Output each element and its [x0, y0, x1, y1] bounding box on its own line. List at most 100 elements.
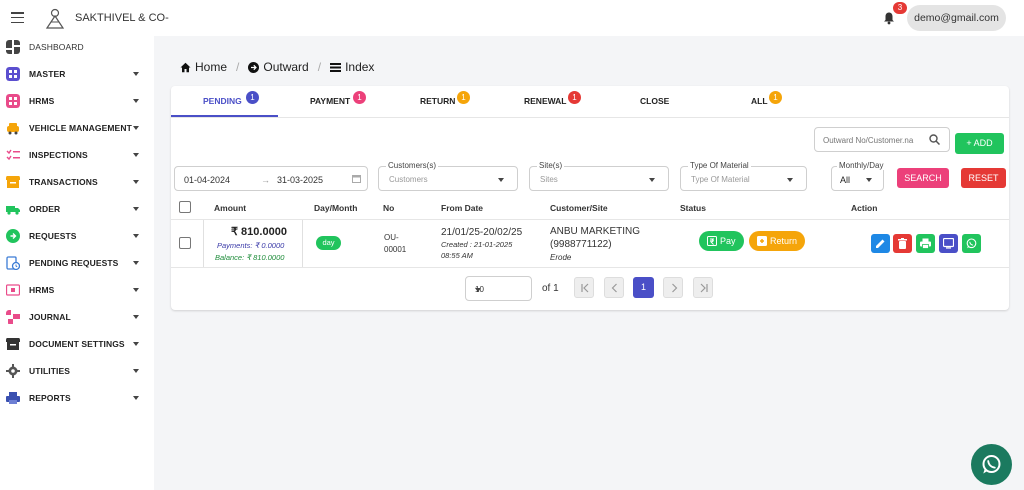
sites-placeholder: Sites — [540, 175, 558, 184]
sidebar-item-requests[interactable]: REQUESTS — [0, 223, 154, 250]
sites-select[interactable]: Site(s) Sites — [529, 161, 669, 191]
first-page-icon — [581, 283, 589, 293]
payments-value: Payments: ₹ 0.0000 — [217, 241, 285, 250]
search-button[interactable]: SEARCH — [897, 168, 949, 188]
customers-placeholder: Customers — [389, 175, 428, 184]
material-type-label: Type Of Material — [688, 161, 751, 170]
column-header-amount: Amount — [214, 203, 247, 213]
return-button-label: Return — [770, 236, 798, 246]
top-bar: SAKTHIVEL & CO- 3 demo@gmail.com — [0, 0, 1024, 36]
tab-payment[interactable]: PAYMENT — [310, 96, 350, 106]
edit-button[interactable] — [871, 234, 890, 253]
transactions-icon — [6, 176, 20, 188]
previous-page-button[interactable] — [604, 277, 624, 298]
sidebar-item-utilities[interactable]: UTILITIES — [0, 358, 154, 385]
sidebar-item-transactions[interactable]: TRANSACTIONS — [0, 169, 154, 196]
tab-badge: 1 — [769, 91, 782, 104]
user-menu[interactable]: demo@gmail.com — [907, 5, 1006, 31]
chevron-left-icon — [611, 283, 617, 293]
search-icon[interactable] — [929, 134, 940, 145]
page-size-select[interactable]: 10 — [465, 276, 532, 301]
tab-all[interactable]: ALL — [751, 96, 768, 106]
table-header-divider — [171, 219, 1009, 220]
breadcrumb-index: Index — [345, 60, 375, 74]
row-checkbox[interactable] — [179, 237, 191, 249]
whatsapp-share-button[interactable] — [962, 234, 981, 253]
breadcrumb-outward[interactable]: Outward — [263, 60, 308, 74]
sidebar-item-document-settings[interactable]: DOCUMENT SETTINGS — [0, 331, 154, 358]
chevron-down-icon — [649, 178, 655, 182]
return-button[interactable]: Return — [749, 231, 805, 251]
tab-close[interactable]: CLOSE — [640, 96, 669, 106]
chevron-down-icon — [866, 178, 872, 182]
sidebar-item-dashboard[interactable]: DASHBOARD — [0, 34, 154, 61]
sidebar-item-label: MASTER — [29, 69, 66, 79]
date-from: 01-04-2024 — [184, 175, 231, 185]
first-page-button[interactable] — [574, 277, 594, 298]
tab-badge: 1 — [568, 91, 581, 104]
site-name: Erode — [550, 253, 572, 262]
customers-label: Customers(s) — [386, 161, 439, 170]
vehicle-icon — [7, 123, 19, 135]
sidebar-item-label: ORDER — [29, 204, 61, 214]
breadcrumb-separator: / — [317, 60, 322, 74]
day-month-badge: day — [316, 236, 341, 250]
reset-button[interactable]: RESET — [961, 168, 1006, 188]
select-all-checkbox[interactable] — [179, 201, 191, 213]
sidebar-item-order[interactable]: ORDER — [0, 196, 154, 223]
chevron-down-icon — [133, 207, 139, 211]
sidebar-item-pending-requests[interactable]: PENDING REQUESTS — [0, 250, 154, 277]
outward-search-input[interactable] — [823, 133, 927, 147]
sidebar-item-hrms-2[interactable]: HRMS — [0, 277, 154, 304]
tab-renewal[interactable]: RENEWAL — [524, 96, 567, 106]
sidebar-item-reports[interactable]: REPORTS — [0, 385, 154, 412]
return-icon — [757, 236, 767, 246]
hrms-icon — [6, 94, 20, 108]
column-header-day-month: Day/Month — [314, 203, 358, 213]
page-number-button[interactable]: 1 — [633, 277, 654, 298]
add-button[interactable]: + ADD — [955, 133, 1004, 154]
whatsapp-icon — [982, 455, 1001, 474]
sidebar-item-inspections[interactable]: INSPECTIONS — [0, 142, 154, 169]
menu-icon[interactable] — [11, 12, 24, 23]
pending-requests-icon — [6, 256, 20, 270]
date-range-picker[interactable]: 01-04-2024 → 31-03-2025 — [174, 166, 368, 191]
monthly-day-select[interactable]: Monthly/Day All — [831, 161, 886, 191]
tab-pending[interactable]: PENDING — [203, 96, 242, 106]
sidebar-item-master[interactable]: MASTER — [0, 61, 154, 88]
chevron-down-icon — [133, 126, 139, 130]
customer-phone: (9988771122) — [550, 239, 612, 250]
sidebar-item-label: PENDING REQUESTS — [29, 258, 119, 268]
pay-button[interactable]: Pay — [699, 231, 744, 251]
delete-button[interactable] — [893, 234, 912, 253]
view-button[interactable] — [939, 234, 958, 253]
column-header-action: Action — [851, 203, 878, 213]
material-type-select[interactable]: Type Of Material Type Of Material — [680, 161, 807, 191]
chevron-down-icon — [133, 99, 139, 103]
whatsapp-chat-button[interactable] — [971, 444, 1012, 485]
brand-name: SAKTHIVEL & CO- — [75, 12, 169, 24]
chevron-down-icon — [133, 396, 139, 400]
print-button[interactable] — [916, 234, 935, 253]
customers-select[interactable]: Customers(s) Customers — [378, 161, 518, 191]
created-time: 08:55 AM — [441, 251, 473, 260]
sidebar-item-hrms[interactable]: HRMS — [0, 88, 154, 115]
table-row-divider — [171, 267, 1009, 268]
chevron-down-icon — [133, 180, 139, 184]
rupee-icon — [707, 236, 717, 246]
last-page-button[interactable] — [693, 277, 713, 298]
bell-icon[interactable] — [882, 11, 896, 25]
sidebar-item-vehicle-management[interactable]: VEHICLE MANAGEMENT — [0, 115, 154, 142]
chevron-down-icon — [133, 342, 139, 346]
tab-return[interactable]: RETURN — [420, 96, 455, 106]
next-page-button[interactable] — [663, 277, 683, 298]
chevron-down-icon — [133, 234, 139, 238]
pay-button-label: Pay — [720, 236, 736, 246]
sidebar-item-label: VEHICLE MANAGEMENT — [29, 123, 132, 133]
sidebar-item-journal[interactable]: JOURNAL — [0, 304, 154, 331]
breadcrumb-home[interactable]: Home — [195, 60, 227, 74]
date-range: 21/01/25-20/02/25 — [441, 227, 523, 238]
home-icon — [180, 62, 191, 72]
column-header-status: Status — [680, 203, 706, 213]
company-logo — [45, 8, 65, 29]
